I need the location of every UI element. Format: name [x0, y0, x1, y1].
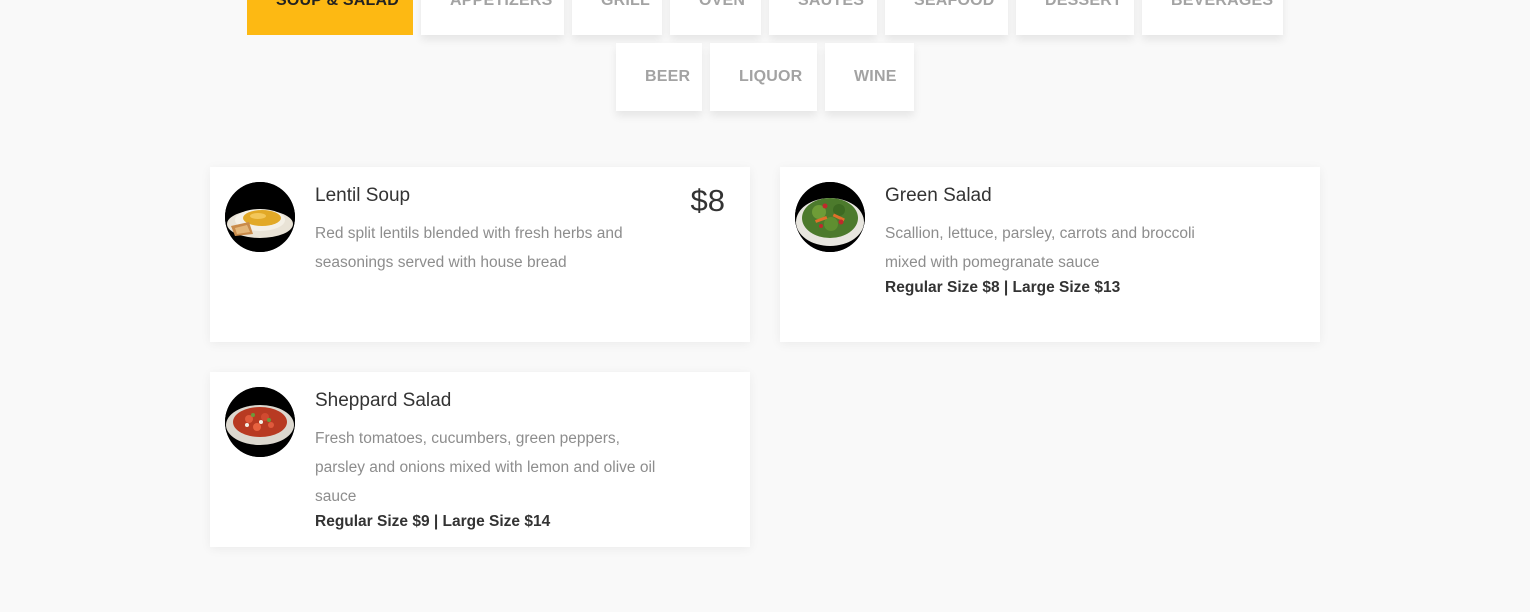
item-description: Fresh tomatoes, cucumbers, green peppers… — [315, 430, 656, 505]
lentil-soup-photo — [225, 182, 295, 252]
tab-oven[interactable]: OVEN — [670, 0, 761, 35]
menu-item-card: Lentil Soup Red split lentils blended wi… — [210, 167, 750, 342]
tab-appetizers[interactable]: APPETIZERS — [421, 0, 564, 35]
item-price: $8 — [690, 183, 725, 218]
category-tabs-row-1: SOUP & SALAD APPETIZERS GRILL OVEN SAUTE… — [0, 0, 1530, 35]
tab-seafood[interactable]: SEAFOOD — [885, 0, 1008, 35]
tab-dessert[interactable]: DESSERT — [1016, 0, 1134, 35]
category-tabs-row-2: BEER LIQUOR WINE — [0, 43, 1530, 111]
tab-beer[interactable]: BEER — [616, 43, 702, 111]
item-size-prices: Regular Size $9 | Large Size $14 — [315, 513, 551, 530]
item-name: Lentil Soup — [315, 185, 411, 206]
item-description: Red split lentils blended with fresh her… — [315, 225, 623, 271]
menu-item-card: Green Salad Scallion, lettuce, parsley, … — [780, 167, 1320, 342]
item-description: Scallion, lettuce, parsley, carrots and … — [885, 225, 1195, 271]
green-salad-photo — [795, 182, 865, 252]
tab-liquor[interactable]: LIQUOR — [710, 43, 817, 111]
tab-sautes[interactable]: SAUTES — [769, 0, 877, 35]
tab-grill[interactable]: GRILL — [572, 0, 662, 35]
sheppard-salad-photo — [225, 387, 295, 457]
tab-wine[interactable]: WINE — [825, 43, 914, 111]
item-size-prices: Regular Size $8 | Large Size $13 — [885, 279, 1121, 296]
tab-soup-salad[interactable]: SOUP & SALAD — [247, 0, 413, 35]
item-name: Sheppard Salad — [315, 390, 452, 411]
tab-beverages[interactable]: BEVERAGES — [1142, 0, 1283, 35]
item-name: Green Salad — [885, 185, 992, 206]
menu-item-card: Sheppard Salad Fresh tomatoes, cucumbers… — [210, 372, 750, 547]
